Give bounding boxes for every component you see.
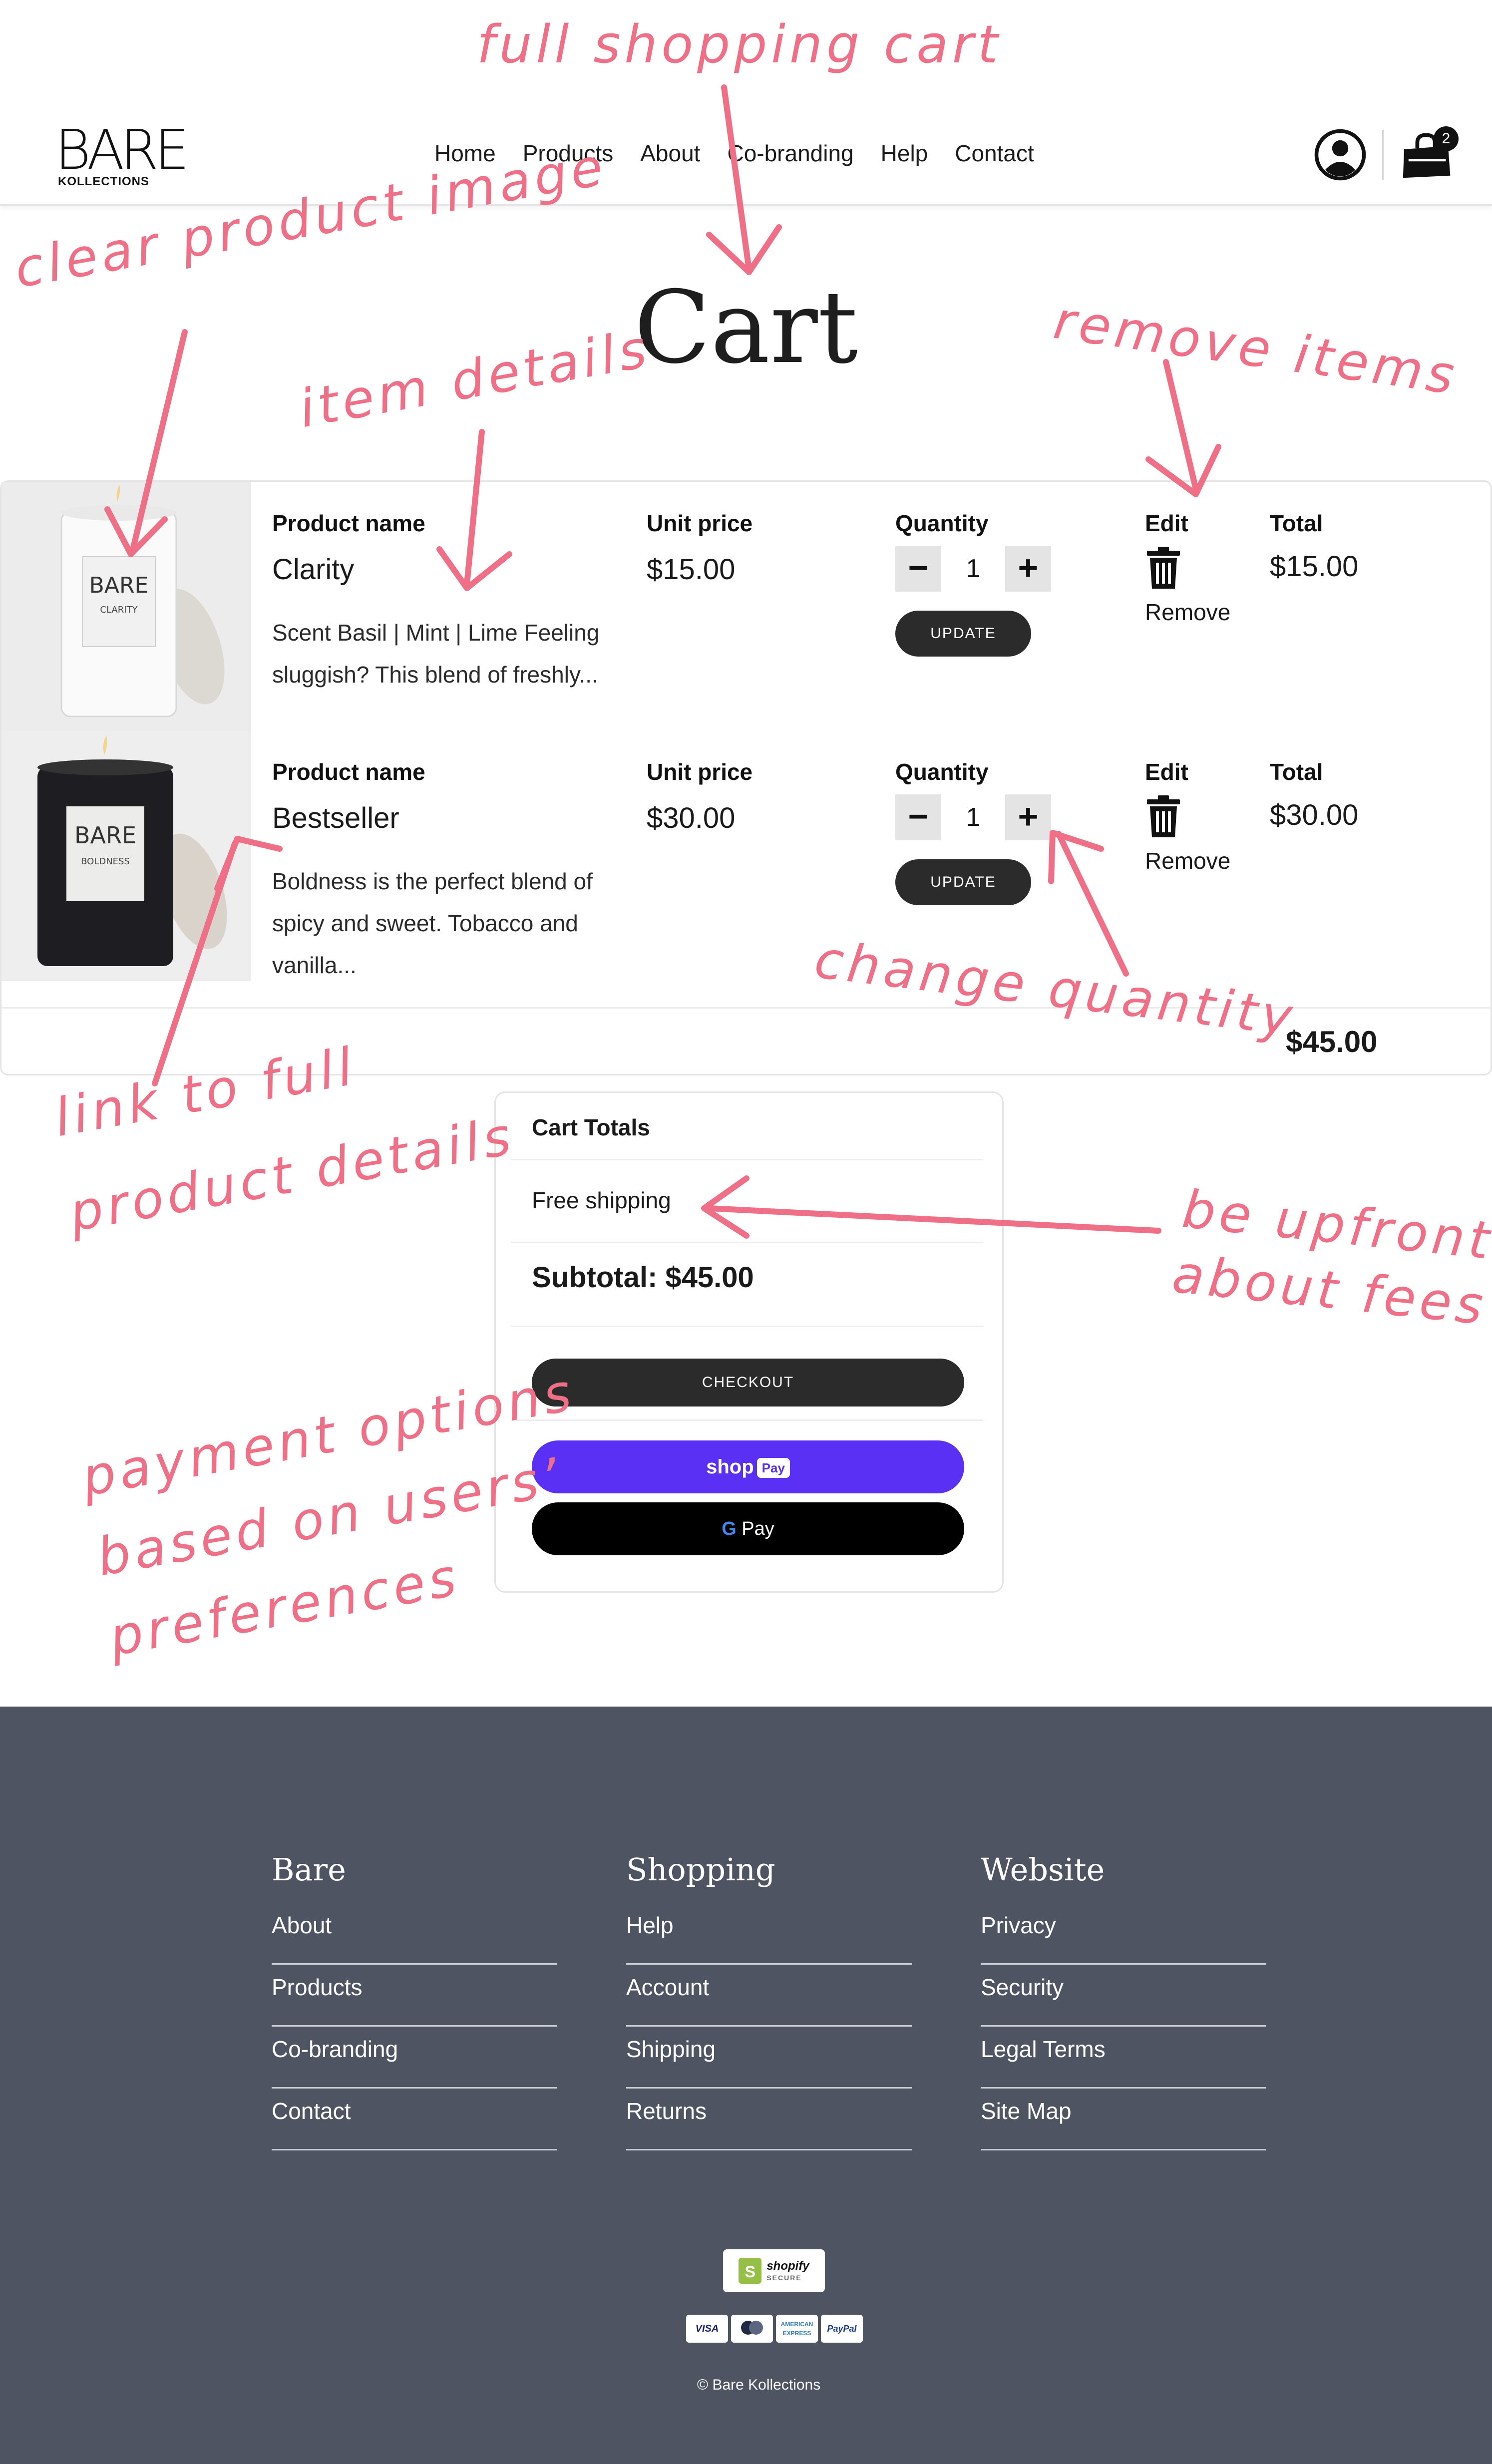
remove-link[interactable]: Remove	[1145, 599, 1230, 626]
unit-price: $30.00	[647, 802, 736, 834]
cart-grand-total: $45.00	[1286, 1025, 1378, 1058]
col-quantity: Quantity	[895, 510, 989, 536]
amex-icon: AMERICAN EXPRESS	[776, 2315, 818, 2343]
candle-image-clarity: BARE CLARITY	[1, 482, 251, 731]
account-icon[interactable]	[1313, 128, 1367, 182]
footer-column-bare: Bare About Products Co-branding Contact	[272, 1851, 557, 2150]
update-button[interactable]: UPDATE	[895, 859, 1031, 905]
footer-link-contact[interactable]: Contact	[272, 2089, 557, 2150]
increase-quantity-button[interactable]: +	[1005, 546, 1051, 592]
col-unit-price: Unit price	[647, 510, 753, 536]
shop-pay-wordmark: shop	[706, 1456, 754, 1478]
product-description: Boldness is the perfect blend of spicy a…	[272, 868, 593, 978]
product-name-link[interactable]: Clarity	[272, 553, 354, 586]
col-product-name: Product name	[272, 510, 425, 536]
col-unit-price: Unit price	[647, 759, 753, 785]
nav-help[interactable]: Help	[881, 140, 928, 167]
quantity-stepper: − 1 +	[895, 794, 1051, 840]
col-total: Total	[1270, 510, 1323, 536]
line-total: $15.00	[1270, 550, 1359, 583]
footer-link-shipping[interactable]: Shipping	[626, 2027, 912, 2089]
shop-pay-tag: Pay	[756, 1458, 790, 1478]
cart-totals-panel: Cart Totals Free shipping Subtotal: $45.…	[494, 1091, 1004, 1593]
divider	[511, 1419, 983, 1421]
shipping-info: Free shipping	[532, 1187, 671, 1213]
payment-card-icons: VISA AMERICAN EXPRESS PayPal	[686, 2315, 863, 2343]
site-footer: Bare About Products Co-branding Contact …	[0, 1707, 1492, 2464]
product-description: Scent Basil | Mint | Lime Feeling sluggi…	[272, 620, 600, 688]
trash-icon[interactable]	[1145, 547, 1182, 590]
image-label: CLARITY	[100, 605, 138, 615]
cart-totals-heading: Cart Totals	[532, 1114, 650, 1140]
copyright-text: © Bare Kollections	[697, 2377, 821, 2393]
footer-column-title: Shopping	[626, 1851, 775, 1888]
col-total: Total	[1270, 759, 1323, 785]
footer-column-shopping: Shopping Help Account Shipping Returns	[626, 1851, 912, 2150]
google-g-icon: G	[722, 1518, 737, 1539]
decrease-quantity-button[interactable]: −	[895, 794, 941, 840]
logo-mark: BARE	[55, 118, 189, 182]
subtotal: Subtotal: $45.00	[532, 1261, 754, 1294]
col-edit: Edit	[1145, 759, 1188, 785]
divider	[511, 1326, 983, 1327]
paypal-icon: PayPal	[821, 2315, 863, 2343]
nav-co-branding[interactable]: Co-branding	[727, 140, 853, 167]
footer-link-about[interactable]: About	[272, 1912, 557, 1965]
shopify-badge-text: shopify SECURE	[766, 2259, 809, 2282]
decrease-quantity-button[interactable]: −	[895, 546, 941, 592]
shopify-bag-icon: S	[739, 2258, 762, 2284]
shopify-secure-badge: S shopify SECURE	[723, 2249, 825, 2292]
remove-link[interactable]: Remove	[1145, 847, 1230, 874]
footer-link-privacy[interactable]: Privacy	[981, 1912, 1266, 1965]
footer-link-account[interactable]: Account	[626, 1965, 912, 2027]
header-divider	[1382, 130, 1384, 180]
google-pay-button[interactable]: G Pay	[532, 1502, 964, 1555]
unit-price: $15.00	[647, 553, 736, 586]
col-quantity: Quantity	[895, 759, 989, 785]
mastercard-icon	[731, 2315, 773, 2343]
quantity-input[interactable]: 1	[941, 794, 1005, 840]
shop-pay-button[interactable]: shop Pay	[532, 1440, 964, 1493]
col-product-name: Product name	[272, 759, 425, 785]
image-label: BOLDNESS	[81, 856, 130, 867]
nav-contact[interactable]: Contact	[955, 140, 1034, 167]
footer-link-security[interactable]: Security	[981, 1965, 1266, 2027]
col-edit: Edit	[1145, 510, 1188, 536]
trash-icon[interactable]	[1145, 795, 1182, 838]
footer-link-products[interactable]: Products	[272, 1965, 557, 2027]
cart-count-badge: 2	[1434, 126, 1459, 151]
cart-row: BARE BOLDNESS Product name Bestseller Bo…	[1, 731, 1492, 981]
increase-quantity-button[interactable]: +	[1005, 794, 1051, 840]
product-name-link[interactable]: Bestseller	[272, 801, 399, 835]
google-pay-label: Pay	[736, 1518, 774, 1539]
footer-link-help[interactable]: Help	[626, 1912, 912, 1965]
cart-button[interactable]: 2	[1399, 126, 1459, 182]
nav-about[interactable]: About	[640, 140, 700, 167]
footer-link-returns[interactable]: Returns	[626, 2089, 912, 2150]
product-image[interactable]: BARE CLARITY	[1, 482, 251, 731]
visa-icon: VISA	[686, 2315, 728, 2343]
svg-text:BARE: BARE	[89, 573, 149, 598]
candle-image-boldness: BARE BOLDNESS	[1, 731, 251, 981]
site-logo[interactable]: BARE KOLLECTIONS	[55, 118, 189, 192]
logo-subtitle: KOLLECTIONS	[58, 175, 149, 188]
quantity-stepper: − 1 +	[895, 546, 1051, 592]
divider	[511, 1159, 983, 1160]
update-button[interactable]: UPDATE	[895, 611, 1031, 657]
footer-link-legal-terms[interactable]: Legal Terms	[981, 2027, 1266, 2089]
svg-text:BARE: BARE	[74, 822, 136, 849]
header-actions: 2	[1313, 126, 1459, 182]
footer-link-co-branding[interactable]: Co-branding	[272, 2027, 557, 2089]
checkout-button[interactable]: CHECKOUT	[532, 1359, 964, 1407]
footer-column-website: Website Privacy Security Legal Terms Sit…	[981, 1851, 1266, 2150]
product-image[interactable]: BARE BOLDNESS	[1, 731, 251, 981]
footer-link-site-map[interactable]: Site Map	[981, 2089, 1266, 2150]
footer-column-title: Website	[981, 1851, 1105, 1888]
cart-row: BARE CLARITY Product name Clarity Scent …	[1, 482, 1492, 731]
footer-column-title: Bare	[272, 1851, 346, 1888]
divider	[511, 1242, 983, 1243]
annotation-full-cart: full shopping cart	[477, 14, 1002, 75]
quantity-input[interactable]: 1	[941, 546, 1005, 592]
line-total: $30.00	[1270, 799, 1359, 831]
